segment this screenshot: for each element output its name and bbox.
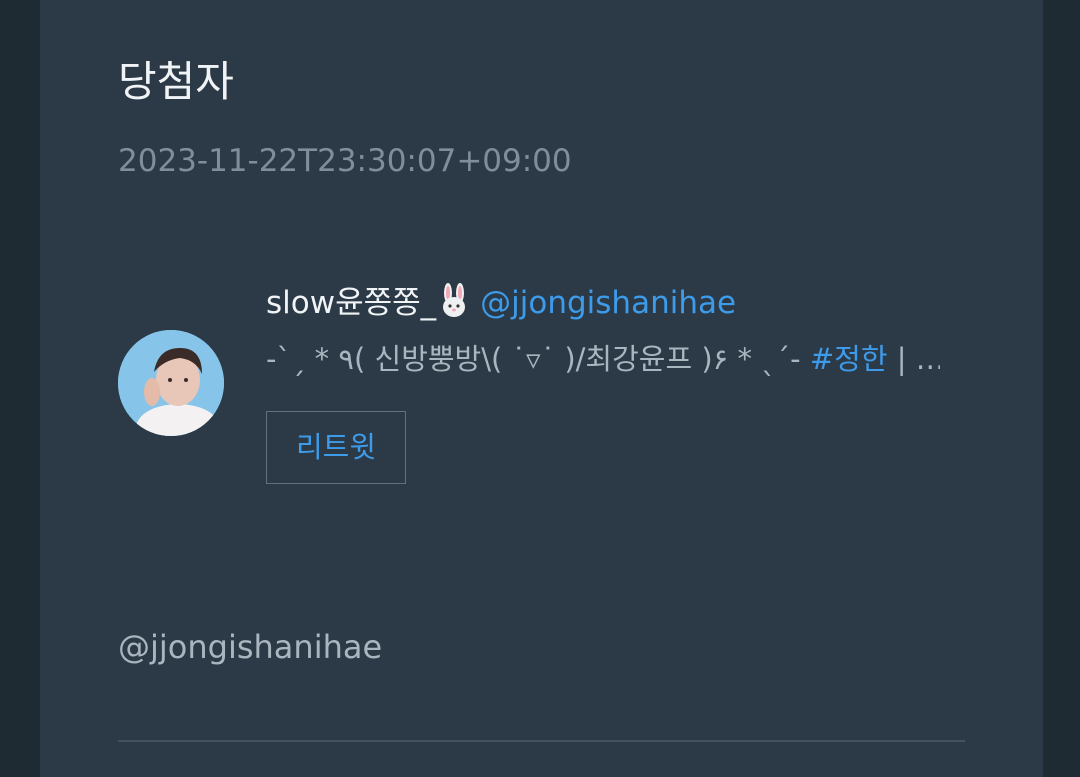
- bio-tail: | …: [887, 342, 940, 376]
- display-name[interactable]: slow윤쫑쫑_: [266, 285, 436, 321]
- rabbit-face-icon: [443, 283, 466, 317]
- bio-text: -ˋˏ * ٩( 신방뿡방\( ˙▿˙ )/최강윤프 )۶ * ˎˊ-: [266, 342, 810, 376]
- avatar-photo-icon: [118, 330, 224, 436]
- retweet-button[interactable]: 리트윗: [266, 411, 406, 484]
- bio-hashtag-link[interactable]: #정한: [810, 342, 888, 376]
- profile-handle[interactable]: @jjongishanihae: [480, 285, 736, 321]
- profile-bio: -ˋˏ * ٩( 신방뿡방\( ˙▿˙ )/최강윤프 )۶ * ˎˊ- #정한 …: [266, 340, 940, 378]
- page: 당첨자 2023-11-22T23:30:07+09:00 slow윤쫑쫑_ @…: [0, 0, 1080, 777]
- profile-name-row[interactable]: slow윤쫑쫑_ @jjongishanihae: [266, 283, 736, 322]
- avatar[interactable]: [118, 330, 224, 436]
- divider: [118, 740, 965, 742]
- post-timestamp: 2023-11-22T23:30:07+09:00: [118, 143, 572, 179]
- post-title: 당첨자: [118, 57, 234, 106]
- mention-text[interactable]: @jjongishanihae: [118, 628, 382, 666]
